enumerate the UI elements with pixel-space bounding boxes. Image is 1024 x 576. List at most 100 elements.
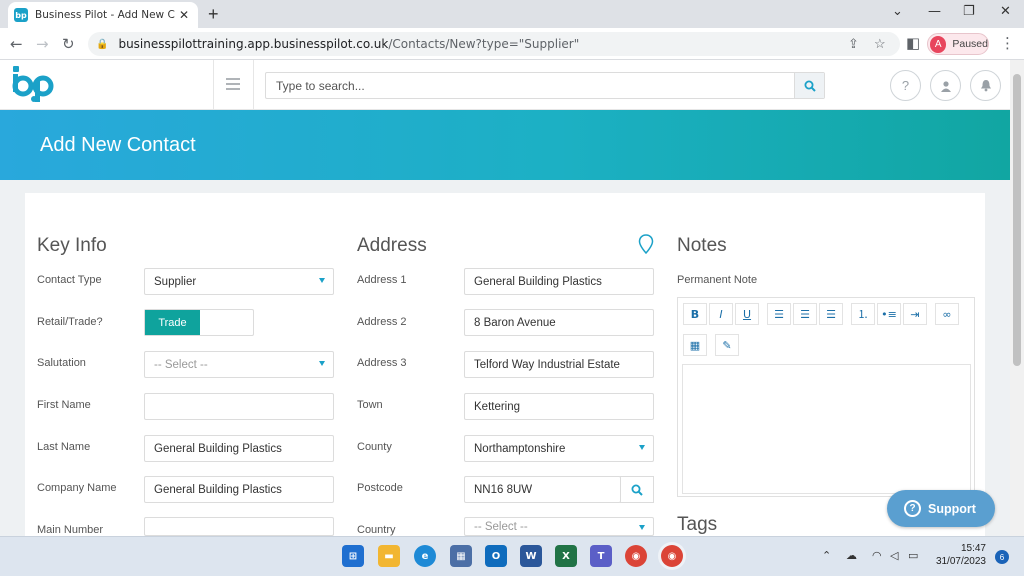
address3-label: Address 3: [357, 357, 407, 369]
tab-search-icon[interactable]: ⌄: [892, 4, 903, 19]
search-button[interactable]: [794, 73, 824, 98]
search-icon: [631, 484, 643, 496]
clear-format-icon[interactable]: ✎: [715, 334, 739, 356]
reload-icon[interactable]: ↻: [62, 35, 75, 53]
postcode-lookup-button[interactable]: [620, 476, 654, 503]
county-select[interactable]: Northamptonshire: [464, 435, 654, 462]
url-path: /Contacts/New?type="Supplier": [388, 37, 580, 51]
onedrive-icon[interactable]: ☁: [846, 549, 857, 562]
store-icon[interactable]: ▦: [450, 545, 472, 567]
search-input[interactable]: [266, 73, 796, 98]
edge-icon[interactable]: e: [414, 545, 436, 567]
page-title: Add New Contact: [40, 134, 196, 156]
battery-icon[interactable]: ▭: [908, 549, 918, 562]
chrome-menu-icon[interactable]: ⋮: [1000, 34, 1015, 52]
retail-trade-label: Retail/Trade?: [37, 316, 103, 328]
hamburger-menu-icon[interactable]: [226, 78, 240, 93]
forward-icon[interactable]: →: [36, 35, 49, 53]
chevron-down-icon: [639, 445, 645, 450]
business-pilot-logo-icon[interactable]: [10, 66, 56, 104]
bold-button[interactable]: B: [683, 303, 707, 325]
notes-heading: Notes: [677, 235, 727, 256]
help-icon: ?: [901, 78, 910, 93]
note-text-area[interactable]: [682, 364, 971, 494]
table-icon[interactable]: ▦: [683, 334, 707, 356]
support-button[interactable]: ? Support: [887, 490, 995, 527]
contact-type-value: Supplier: [154, 275, 197, 288]
taskbar-clock[interactable]: 15:47 31/07/2023: [928, 542, 986, 568]
main-number-field[interactable]: [144, 517, 334, 536]
company-name-field[interactable]: General Building Plastics: [144, 476, 334, 503]
indent-icon[interactable]: ⇥: [903, 303, 927, 325]
address2-field[interactable]: 8 Baron Avenue: [464, 309, 654, 336]
address-bar[interactable]: 🔒 businesspilottraining.app.businesspilo…: [88, 32, 900, 56]
notification-badge[interactable]: 6: [995, 550, 1009, 564]
search-icon: [804, 80, 816, 92]
retail-trade-toggle[interactable]: Trade: [144, 309, 254, 336]
bookmark-star-icon[interactable]: ☆: [874, 36, 886, 52]
browser-tab[interactable]: bp Business Pilot - Add New Contac ✕: [8, 2, 198, 28]
postcode-field[interactable]: NN16 8UW: [464, 476, 621, 503]
close-window-icon[interactable]: ✕: [1000, 4, 1011, 19]
url-host: businesspilottraining.app.businesspilot.…: [118, 37, 389, 51]
bell-icon: [980, 80, 991, 92]
chrome-profile-icon[interactable]: ◉: [661, 545, 683, 567]
key-info-heading: Key Info: [37, 235, 107, 256]
browser-tab-bar: bp Business Pilot - Add New Contac ✕ + ⌄…: [0, 0, 1024, 28]
country-placeholder: -- Select --: [474, 520, 528, 533]
address3-field[interactable]: Telford Way Industrial Estate: [464, 351, 654, 378]
scrollbar-thumb[interactable]: [1013, 74, 1021, 366]
windows-taskbar: [0, 536, 1024, 576]
user-icon: [940, 80, 951, 92]
first-name-label: First Name: [37, 399, 91, 411]
unordered-list-icon[interactable]: •≡: [877, 303, 901, 325]
excel-icon[interactable]: X: [555, 545, 577, 567]
back-icon[interactable]: ←: [10, 35, 23, 53]
file-explorer-icon[interactable]: ▬: [378, 545, 400, 567]
ordered-list-icon[interactable]: ⒈: [851, 303, 875, 325]
last-name-field[interactable]: General Building Plastics: [144, 435, 334, 462]
tab-close-icon[interactable]: ✕: [179, 8, 189, 22]
support-label: Support: [928, 501, 976, 516]
share-icon[interactable]: ⇪: [848, 36, 859, 52]
browser-toolbar: ← → ↻ 🔒 businesspilottraining.app.busine…: [0, 28, 1024, 60]
word-icon[interactable]: W: [520, 545, 542, 567]
link-icon[interactable]: ∞: [935, 303, 959, 325]
new-tab-icon[interactable]: +: [208, 4, 219, 25]
profile-button[interactable]: A Paused: [927, 33, 989, 55]
map-pin-icon[interactable]: [638, 234, 654, 254]
italic-button[interactable]: I: [709, 303, 733, 325]
align-center-icon[interactable]: ☰: [793, 303, 817, 325]
help-button[interactable]: ?: [890, 70, 921, 101]
clock-date: 31/07/2023: [935, 556, 986, 567]
first-name-field[interactable]: [144, 393, 334, 420]
contact-type-select[interactable]: Supplier: [144, 268, 334, 295]
minimize-icon[interactable]: —: [928, 4, 941, 19]
restore-icon[interactable]: ❐: [963, 4, 975, 19]
notifications-button[interactable]: [970, 70, 1001, 101]
windows-start-icon[interactable]: ⊞: [342, 545, 364, 567]
align-right-icon[interactable]: ☰: [819, 303, 843, 325]
salutation-select[interactable]: -- Select --: [144, 351, 334, 378]
user-button[interactable]: [930, 70, 961, 101]
page-scrollbar[interactable]: [1010, 60, 1024, 536]
town-field[interactable]: Kettering: [464, 393, 654, 420]
chevron-down-icon: [319, 278, 325, 283]
address1-field[interactable]: General Building Plastics: [464, 268, 654, 295]
chevron-down-icon: [319, 361, 325, 366]
wifi-icon[interactable]: ◠: [872, 549, 882, 562]
salutation-label: Salutation: [37, 357, 86, 369]
chrome-icon[interactable]: ◉: [625, 545, 647, 567]
volume-icon[interactable]: ◁: [890, 549, 898, 562]
header-divider: [213, 60, 214, 110]
underline-button[interactable]: U: [735, 303, 759, 325]
outlook-icon[interactable]: O: [485, 545, 507, 567]
chevron-down-icon: [639, 525, 645, 530]
address2-label: Address 2: [357, 316, 407, 328]
teams-icon[interactable]: T: [590, 545, 612, 567]
country-select[interactable]: -- Select --: [464, 517, 654, 536]
align-left-icon[interactable]: ☰: [767, 303, 791, 325]
toggle-option-trade: Trade: [145, 310, 200, 335]
side-panel-icon[interactable]: ◧: [906, 34, 920, 52]
tray-chevron-icon[interactable]: ⌃: [822, 549, 831, 562]
